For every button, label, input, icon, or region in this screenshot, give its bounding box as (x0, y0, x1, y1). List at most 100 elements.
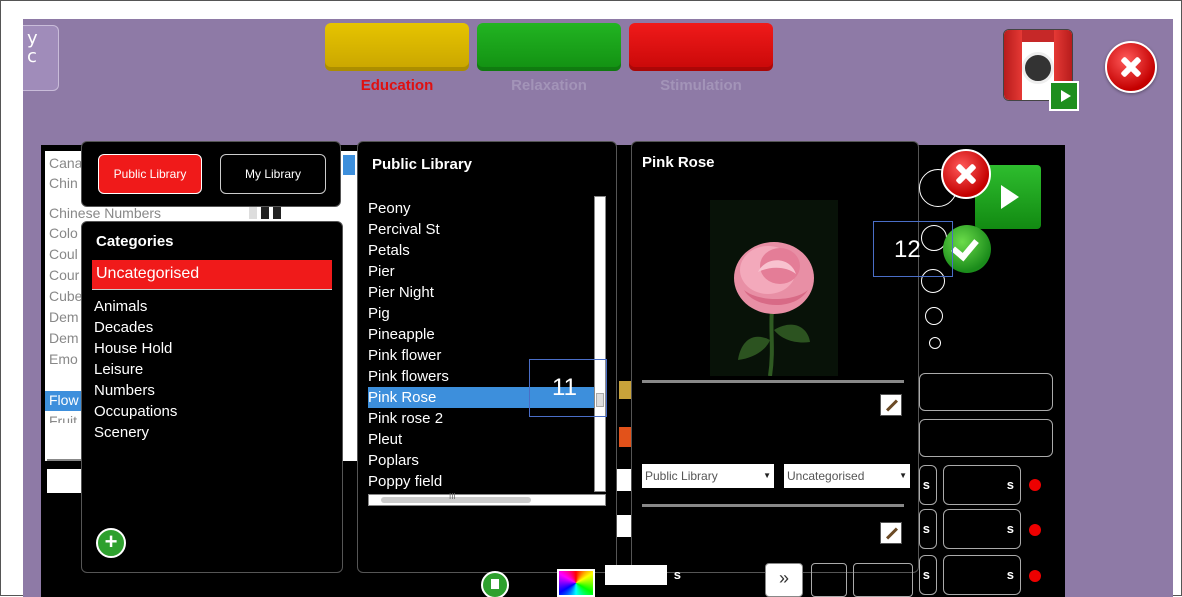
background-list-item[interactable]: Coul (49, 246, 78, 262)
library-horizontal-scrollbar[interactable]: III (368, 492, 606, 506)
middle-input[interactable] (617, 515, 631, 537)
text-field[interactable] (919, 373, 1053, 411)
item-detail-panel: Pink Rose Public Library ▼ Uncategorised ▼ (631, 141, 919, 573)
library-item[interactable]: Pier (368, 261, 596, 282)
education-mode-label: Education (360, 77, 434, 94)
close-icon (954, 162, 978, 186)
add-category-button[interactable]: + (96, 528, 126, 558)
mini-play-icon[interactable] (1049, 81, 1079, 111)
status-dot (1029, 570, 1041, 582)
relaxation-mode-button[interactable] (477, 23, 621, 71)
bottom-box[interactable] (811, 563, 847, 597)
duration-field[interactable]: s (943, 465, 1021, 505)
library-item[interactable]: Petals (368, 240, 596, 261)
public-library-title: Public Library (372, 156, 473, 173)
text-field[interactable] (919, 419, 1053, 457)
category-item[interactable]: House Hold (94, 338, 177, 359)
library-item[interactable]: Pier Night (368, 282, 596, 303)
background-divider (47, 459, 83, 461)
seconds-unit: s (1006, 521, 1014, 536)
mini-icon (249, 207, 257, 219)
category-dropdown-value: Uncategorised (787, 469, 865, 483)
background-list-item[interactable]: Fruit (49, 413, 77, 423)
film-reel-icon (1022, 52, 1054, 84)
item-preview-image (710, 200, 838, 376)
categories-panel: Categories Uncategorised Animals Decades… (81, 221, 343, 573)
background-list-item[interactable]: Dem (49, 309, 79, 325)
category-item[interactable]: Leisure (94, 359, 177, 380)
refresh-icon[interactable] (619, 427, 631, 447)
background-list-item[interactable]: Cana (49, 155, 82, 171)
library-item-list: Peony Percival St Petals Pier Pier Night… (368, 198, 596, 492)
seconds-unit: s (922, 567, 930, 582)
public-library-tab[interactable]: Public Library (98, 154, 202, 194)
background-list-item[interactable]: Chinese Numbers (49, 205, 161, 221)
library-item[interactable]: Pleut (368, 429, 596, 450)
my-library-tab[interactable]: My Library (220, 154, 326, 194)
cancel-button[interactable] (941, 149, 991, 199)
edit-icon[interactable] (880, 522, 902, 544)
duration-field[interactable]: s (943, 555, 1021, 595)
library-item[interactable]: Percival St (368, 219, 596, 240)
annotation-label-11: 11 (552, 374, 577, 401)
category-item[interactable]: Decades (94, 317, 177, 338)
education-mode-button[interactable] (325, 23, 469, 71)
library-dropdown-value: Public Library (645, 469, 718, 483)
seconds-unit: s (673, 567, 681, 582)
library-item[interactable]: Poplars (368, 450, 596, 471)
app-close-button[interactable] (1105, 41, 1157, 93)
category-item[interactable]: Animals (94, 296, 177, 317)
background-list-item[interactable]: Colo (49, 225, 78, 241)
chevron-down-icon: ▼ (899, 471, 907, 480)
background-list-item[interactable]: Flow (49, 392, 79, 408)
duration-field[interactable]: s (919, 509, 937, 549)
gallery-icon[interactable] (619, 381, 631, 399)
category-item[interactable]: Occupations (94, 401, 177, 422)
duration-field[interactable]: s (943, 509, 1021, 549)
duration-field[interactable]: s (919, 465, 937, 505)
library-item[interactable]: Pineapple (368, 324, 596, 345)
background-list-scroll-marker (343, 155, 355, 175)
logo-text: y c (27, 28, 38, 67)
category-item[interactable]: Numbers (94, 380, 177, 401)
forward-button[interactable]: » (765, 563, 803, 597)
middle-field[interactable] (617, 469, 631, 491)
category-dropdown[interactable]: Uncategorised ▼ (784, 464, 910, 488)
duration-field[interactable]: s (919, 555, 937, 595)
library-dropdown[interactable]: Public Library ▼ (642, 464, 774, 488)
item-detail-title: Pink Rose (642, 154, 715, 171)
background-list-item[interactable]: Cube (49, 288, 82, 304)
library-item[interactable]: Poppy field (368, 471, 596, 492)
bottom-box[interactable] (853, 563, 913, 597)
background-list-item[interactable]: Dem (49, 330, 79, 346)
download-icon[interactable] (481, 571, 509, 597)
color-wheel-icon[interactable] (557, 569, 595, 597)
category-selected-item[interactable]: Uncategorised (92, 260, 332, 290)
status-dot (1029, 479, 1041, 491)
download-arrow (491, 579, 499, 589)
annotation-box-11: 11 (529, 359, 607, 417)
horizontal-scroll-thumb[interactable] (381, 497, 531, 503)
curtain-left (1004, 30, 1022, 100)
status-dot (1029, 524, 1041, 536)
library-tab-panel: Public Library My Library (81, 141, 341, 207)
category-item[interactable]: Scenery (94, 422, 177, 443)
mini-icon (273, 207, 281, 219)
stimulation-mode-label: Stimulation (660, 77, 742, 94)
library-item[interactable]: Pig (368, 303, 596, 324)
background-list-item[interactable]: Emo (49, 351, 78, 367)
mini-icon (261, 207, 269, 219)
slot-circle[interactable] (929, 337, 941, 349)
horizontal-scroll-grip: III (449, 492, 456, 501)
background-list-item[interactable]: Cour (49, 267, 79, 283)
detail-divider (642, 380, 904, 383)
slot-circle[interactable] (925, 307, 943, 325)
background-list-item[interactable]: Chin (49, 175, 78, 191)
stimulation-mode-button[interactable] (629, 23, 773, 71)
chinese-numbers-icons (249, 207, 285, 219)
seconds-field[interactable]: s (603, 559, 687, 595)
library-item[interactable]: Peony (368, 198, 596, 219)
edit-icon[interactable] (880, 394, 902, 416)
library-vertical-scrollbar[interactable] (594, 196, 606, 492)
seconds-input[interactable] (605, 565, 667, 585)
